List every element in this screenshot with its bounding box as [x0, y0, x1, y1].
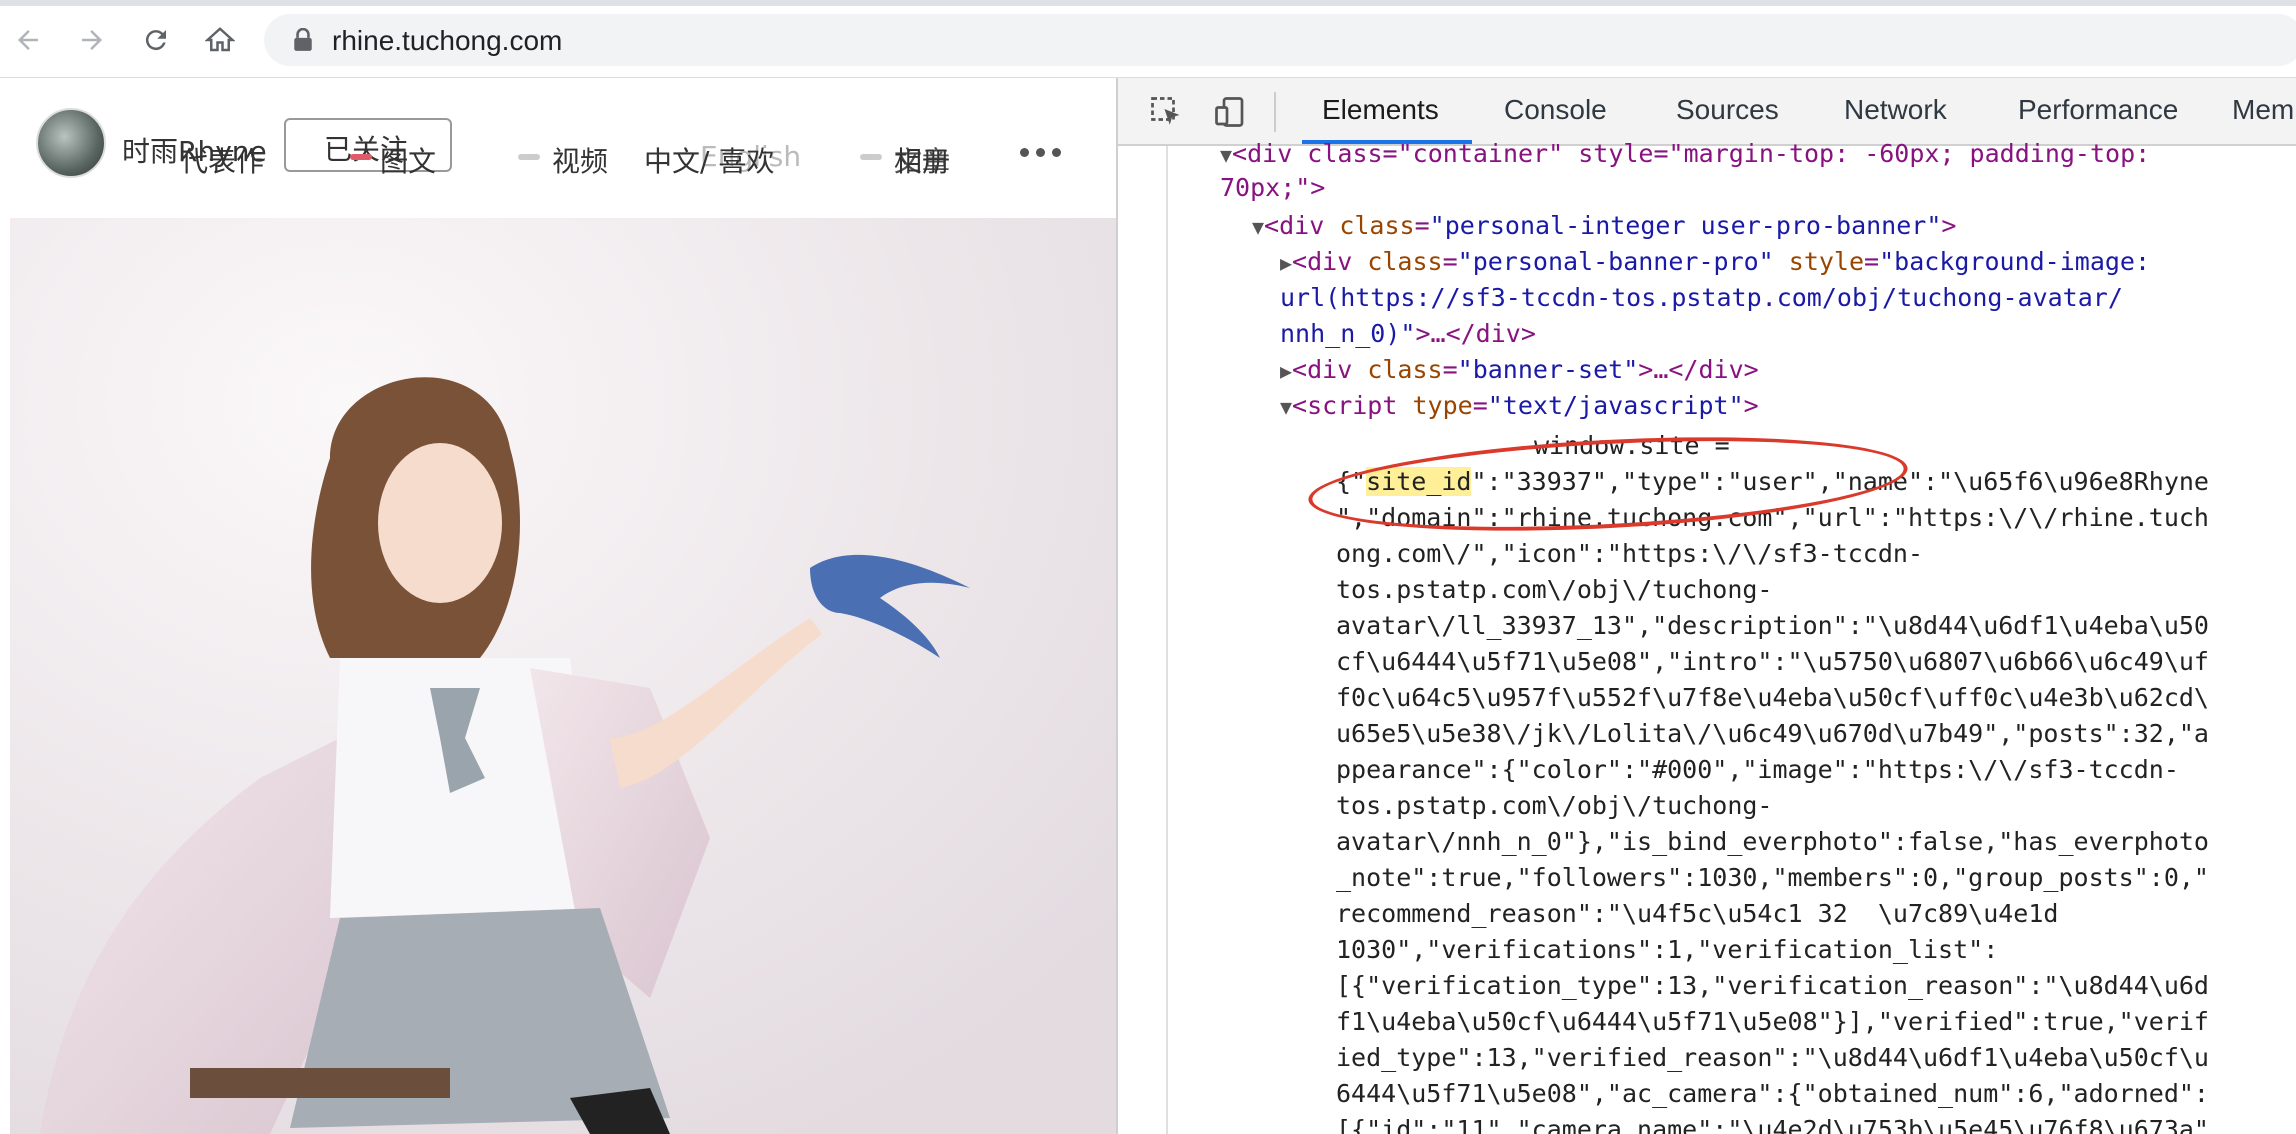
- nav-articles[interactable]: 文章: [894, 140, 950, 180]
- dom-node-continuation: nnh_n_0)">…</div>: [1280, 319, 1536, 348]
- tab-memory[interactable]: Mem: [2232, 94, 2294, 126]
- nav-dot-icon: [860, 154, 882, 160]
- avatar[interactable]: [36, 108, 106, 178]
- tab-elements[interactable]: Elements: [1322, 94, 1439, 126]
- expand-triangle-icon[interactable]: ▼: [1252, 215, 1264, 239]
- tab-sources[interactable]: Sources: [1676, 94, 1779, 126]
- script-line: tos.pstatp.com\/obj\/tuchong-: [1336, 575, 1773, 604]
- dom-node-container[interactable]: ▼<div class="container" style="margin-to…: [1220, 136, 2150, 173]
- script-line: ong.com\/","icon":"https:\/\/sf3-tccdn-: [1336, 539, 1923, 568]
- girl-with-bird-image: [10, 218, 1116, 1134]
- nav-images[interactable]: 图文: [380, 140, 436, 180]
- dom-node-user-pro-banner[interactable]: ▼<div class="personal-integer user-pro-b…: [1252, 208, 1956, 245]
- banner-photo: [10, 218, 1116, 1134]
- dom-node-continuation: url(https://sf3-tccdn-tos.pstatp.com/obj…: [1280, 283, 2123, 312]
- nav-video[interactable]: 视频: [552, 140, 608, 180]
- nav-lang[interactable]: 中文: [644, 140, 700, 180]
- script-line: tos.pstatp.com\/obj\/tuchong-: [1336, 791, 1773, 820]
- collapse-triangle-icon[interactable]: ▶: [1280, 359, 1292, 383]
- script-line: f1\u4eba\u50cf\u6444\u5f71\u5e08"}],"ver…: [1336, 1007, 2209, 1036]
- home-icon[interactable]: [198, 18, 242, 62]
- script-line: u65e5\u5e38\/jk\/Lolita\/\u6c49\u670d\u7…: [1336, 719, 2209, 748]
- script-line: avatar\/ll_33937_13","description":"\u8d…: [1336, 611, 2209, 640]
- tab-performance[interactable]: Performance: [2018, 94, 2178, 126]
- elements-tree: ▼<div class="container" style="margin-to…: [1118, 139, 2296, 1134]
- nav-likes[interactable]: / 喜欢: [700, 140, 774, 180]
- script-line: ppearance":{"color":"#000","image":"http…: [1336, 755, 2179, 784]
- script-line: _note":true,"followers":1030,"members":0…: [1336, 863, 2209, 892]
- script-line: 6444\u5f71\u5e08","ac_camera":{"obtained…: [1336, 1079, 2209, 1108]
- collapse-triangle-icon[interactable]: ▶: [1280, 251, 1292, 275]
- script-line: recommend_reason":"\u4f5c\u54c1 32 \u7c8…: [1336, 899, 2059, 928]
- script-line: f0c\u64c5\u957f\u552f\u7f8e\u4eba\u50cf\…: [1336, 683, 2209, 712]
- script-line: avatar\/nnh_n_0"},"is_bind_everphoto":fa…: [1336, 827, 2209, 856]
- script-line: ied_type":13,"verified_reason":"\u8d44\u…: [1336, 1043, 2209, 1072]
- expand-triangle-icon[interactable]: ▼: [1280, 395, 1292, 419]
- url-text: rhine.tuchong.com: [332, 25, 563, 56]
- back-icon[interactable]: [6, 18, 50, 62]
- nav-dot-icon: [518, 154, 540, 160]
- toolbar-separator: [1274, 92, 1276, 132]
- lock-icon: [294, 28, 312, 51]
- nav-dot-icon: [350, 154, 372, 160]
- username[interactable]: 时雨Rhyne: [122, 130, 267, 170]
- forward-icon[interactable]: [70, 18, 114, 62]
- reload-icon[interactable]: [134, 18, 178, 62]
- web-page: 代表作 时雨Rhyne 已关注 图文 视频 English 中文 / 喜欢 相册…: [0, 78, 1116, 1134]
- script-line: [{"id":"11","camera_name":"\u4e2d\u753b\…: [1336, 1115, 2209, 1134]
- script-line: [{"verification_type":13,"verification_r…: [1336, 971, 2209, 1000]
- expand-triangle-icon[interactable]: ▼: [1220, 143, 1232, 167]
- more-icon[interactable]: [1020, 144, 1068, 162]
- dom-node-banner-pro[interactable]: ▶<div class="personal-banner-pro" style=…: [1280, 244, 2150, 281]
- tab-console[interactable]: Console: [1504, 94, 1607, 126]
- address-bar[interactable]: rhine.tuchong.com: [264, 14, 2296, 66]
- tree-guide-line: [1166, 146, 1168, 1134]
- devtools-panel: Elements Console Sources Network Perform…: [1116, 78, 2296, 1134]
- browser-toolbar: rhine.tuchong.com: [0, 0, 2296, 78]
- dom-node-continuation: 70px;">: [1220, 173, 1326, 202]
- inspect-element-icon[interactable]: [1144, 90, 1188, 134]
- device-toolbar-icon[interactable]: [1208, 90, 1252, 134]
- dom-node-script[interactable]: ▼<script type="text/javascript">: [1280, 388, 1759, 425]
- script-line: 1030","verifications":1,"verification_li…: [1336, 935, 1999, 964]
- dom-node-banner-set[interactable]: ▶<div class="banner-set">…</div>: [1280, 352, 1759, 389]
- tab-network[interactable]: Network: [1844, 94, 1947, 126]
- script-line: cf\u6444\u5f71\u5e08","intro":"\u5750\u6…: [1336, 647, 2209, 676]
- tab-strip: [0, 0, 2296, 6]
